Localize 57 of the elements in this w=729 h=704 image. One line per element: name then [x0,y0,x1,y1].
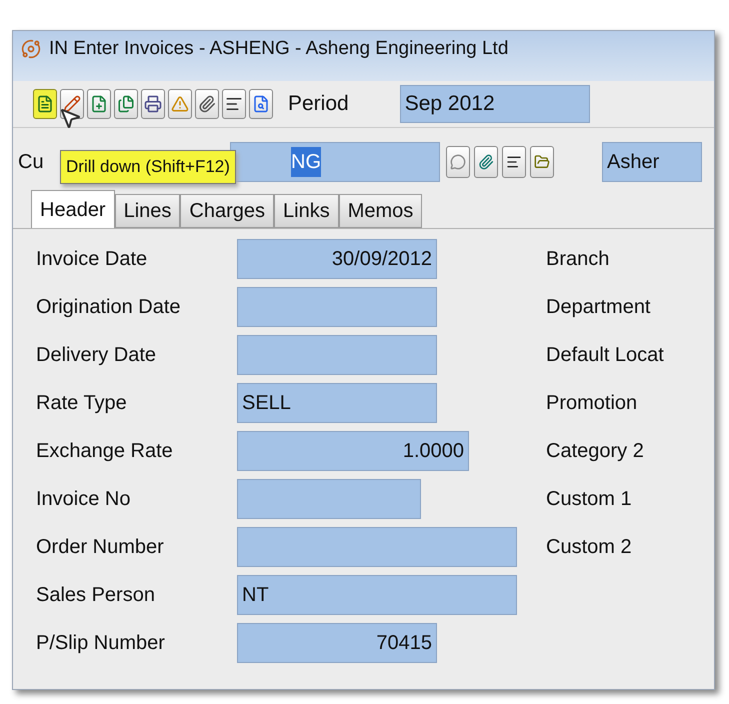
paperclip-icon [198,95,216,113]
paperclip-icon [478,154,494,170]
period-label: Period [288,91,349,118]
field-label: Rate Type [36,391,128,416]
document-plus-icon [90,95,108,113]
tab[interactable]: Lines [114,194,180,228]
tab[interactable]: Charges [180,194,274,228]
field-label: Sales Person [36,583,156,608]
warning-icon [171,95,189,113]
planet-icon [21,39,41,59]
customer-field[interactable]: NG [230,142,440,182]
toolbar-button[interactable] [33,89,57,119]
input-field[interactable]: 70415 [237,623,437,663]
document-icon [36,95,54,113]
icon-button[interactable] [502,146,526,178]
field-label: Promotion [546,391,638,416]
field-label: P/Slip Number [36,631,166,656]
documents-icon [117,95,135,113]
pencil-icon [63,95,81,113]
field-label: Origination Date [36,295,182,320]
speech-bubble-icon [450,154,466,170]
field-label: Department [546,295,650,320]
tooltip: Drill down (Shift+F12) [60,150,236,184]
search-icon [252,95,270,113]
folder-icon [534,154,550,170]
toolbar-button[interactable] [195,89,219,119]
cursor-icon [58,106,82,130]
field-label: Custom 1 [546,487,632,512]
input-field[interactable]: 1.0000 [237,431,469,471]
toolbar-button[interactable] [222,89,246,119]
input-field[interactable] [237,335,437,375]
customer-name-field[interactable]: Asher [602,142,702,182]
customer-label: Cu [18,150,44,175]
input-field[interactable]: SELL [237,383,437,423]
field-label: Exchange Rate [36,439,174,464]
toolbar-button[interactable] [141,89,165,119]
tab[interactable]: Header [31,190,115,228]
field-label: Invoice No [36,487,132,512]
input-field[interactable]: NT [237,575,517,615]
field-label: Category 2 [546,439,644,464]
text-lines-icon [225,95,243,113]
field-label: Custom 2 [546,535,632,560]
input-field[interactable] [237,527,517,567]
text-lines-icon [506,154,522,170]
field-label: Order Number [36,535,165,560]
period-field[interactable]: Sep 2012 [400,85,590,123]
field-label: Delivery Date [36,343,158,368]
tab[interactable]: Links [274,194,339,228]
window-title: IN Enter Invoices - ASHENG - Asheng Engineering Ltd [49,36,508,61]
input-field[interactable] [237,479,421,519]
input-field[interactable]: 30/09/2012 [237,239,437,279]
input-field[interactable] [237,287,437,327]
printer-icon [144,95,162,113]
field-label: Branch [546,247,610,272]
field-label: Invoice Date [36,247,148,272]
field-label: Default Locat [546,343,664,368]
tab[interactable]: Memos [338,194,422,228]
